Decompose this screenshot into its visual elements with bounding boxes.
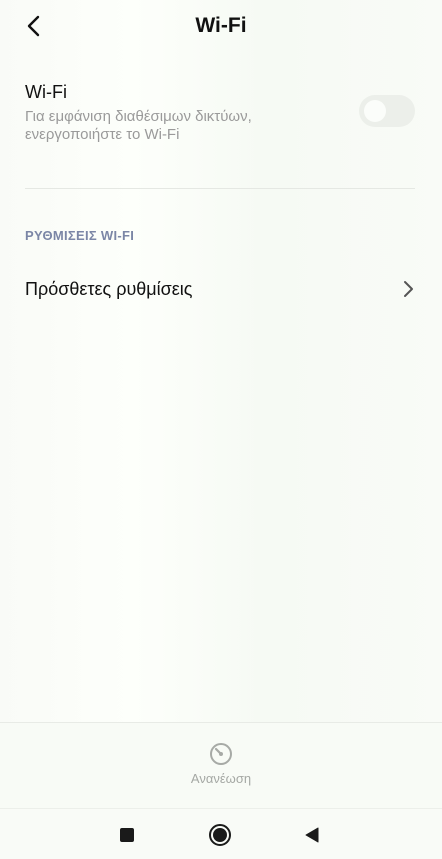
navigation-bar xyxy=(0,808,442,859)
additional-settings-item[interactable]: Πρόσθετες ρυθμίσεις xyxy=(25,268,417,312)
header: Wi-Fi xyxy=(0,0,442,56)
additional-settings-label: Πρόσθετες ρυθμίσεις xyxy=(25,279,193,299)
circle-icon xyxy=(209,824,231,846)
wifi-label: Wi-Fi xyxy=(25,82,67,102)
recents-button[interactable] xyxy=(114,822,140,848)
square-icon xyxy=(120,828,134,842)
toggle-knob xyxy=(364,100,386,122)
wifi-subtitle: Για εμφάνιση διαθέσιμων δικτύων, ενεργοπ… xyxy=(25,108,252,143)
divider xyxy=(25,188,415,189)
wifi-toggle-row[interactable]: Wi-Fi Για εμφάνιση διαθέσιμων δικτύων, ε… xyxy=(25,80,417,150)
screen: Wi-Fi Wi-Fi Για εμφάνιση διαθέσιμων δικτ… xyxy=(0,0,442,859)
triangle-back-icon xyxy=(305,827,319,843)
refresh-button[interactable]: Ανανέωση xyxy=(171,739,271,789)
home-button[interactable] xyxy=(207,822,233,848)
section-header: ΡΥΘΜΙΣΕΙΣ WI-FI xyxy=(25,228,135,243)
chevron-right-icon xyxy=(404,281,413,297)
refresh-label: Ανανέωση xyxy=(190,771,252,786)
wifi-toggle[interactable] xyxy=(359,95,415,127)
action-bar: Ανανέωση xyxy=(0,722,442,809)
back-nav-button[interactable] xyxy=(299,822,325,848)
refresh-icon xyxy=(210,743,232,765)
page-title: Wi-Fi xyxy=(195,14,247,37)
